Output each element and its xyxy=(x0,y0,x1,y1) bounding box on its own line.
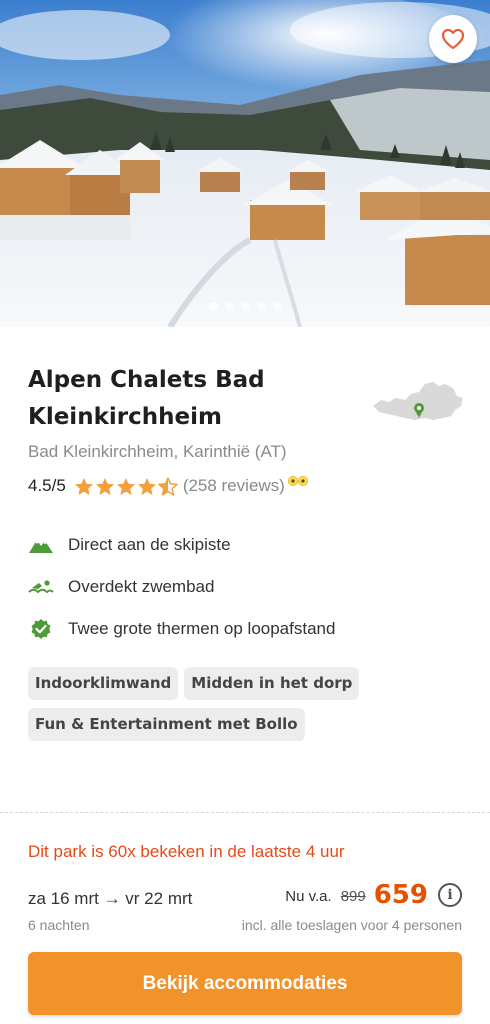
feature-list: Direct aan de skipiste Overdekt zwembad … xyxy=(28,524,335,650)
carousel-dots xyxy=(0,302,490,311)
favorite-button[interactable] xyxy=(429,15,477,63)
heart-outline-icon xyxy=(441,28,465,50)
view-accommodations-button[interactable]: Bekijk accommodaties xyxy=(28,952,462,1015)
park-location: Bad Kleinkirchheim, Karinthië (AT) xyxy=(28,442,287,461)
park-title-line1: Alpen Chalets Bad xyxy=(28,367,265,393)
feature-label: Overdekt zwembad xyxy=(68,577,215,596)
feature-item: Overdekt zwembad xyxy=(28,566,335,608)
feature-item: Twee grote thermen op loopafstand xyxy=(28,608,335,650)
stay-nights: 6 nachten xyxy=(28,917,90,933)
hero-image[interactable] xyxy=(0,0,490,327)
divider xyxy=(0,812,490,813)
rating-row[interactable]: 4.5/5 (258 reviews) xyxy=(28,474,309,498)
tag-list: Indoorklimwand Midden in het dorp Fun & … xyxy=(28,667,468,741)
price-old: 899 xyxy=(340,888,366,905)
urgency-message: Dit park is 60x bekeken in de laatste 4 … xyxy=(28,842,345,861)
price-row: Nu v.a. 899 659 i xyxy=(285,880,462,910)
review-count[interactable]: (258 reviews) xyxy=(183,476,285,496)
park-title-line2: Kleinkirchheim xyxy=(28,404,222,430)
carousel-dot[interactable] xyxy=(256,302,266,311)
star-icon xyxy=(74,477,93,495)
star-icon xyxy=(95,477,114,495)
park-title[interactable]: Alpen Chalets Bad Kleinkirchheim xyxy=(28,362,358,436)
price-new: 659 xyxy=(373,880,428,910)
star-half-icon xyxy=(158,476,178,496)
carousel-dot[interactable] xyxy=(240,302,250,311)
price-note: incl. alle toeslagen voor 4 personen xyxy=(241,917,462,933)
tag-chip: Midden in het dorp xyxy=(184,667,360,700)
feature-label: Direct aan de skipiste xyxy=(68,535,231,554)
rating-stars xyxy=(74,476,178,496)
star-icon xyxy=(116,477,135,495)
carousel-dot[interactable] xyxy=(224,302,234,311)
price-prefix: Nu v.a. xyxy=(285,888,332,905)
info-icon[interactable]: i xyxy=(438,883,462,907)
austria-map-icon xyxy=(371,376,465,428)
rating-value: 4.5/5 xyxy=(28,476,66,495)
swimmer-icon xyxy=(28,575,54,599)
star-icon xyxy=(137,477,156,495)
tag-chip: Fun & Entertainment met Bollo xyxy=(28,708,305,741)
check-badge-icon xyxy=(28,617,54,641)
mountain-icon xyxy=(28,533,54,557)
feature-item: Direct aan de skipiste xyxy=(28,524,335,566)
tripadvisor-owl-icon xyxy=(287,476,308,486)
feature-label: Twee grote thermen op loopafstand xyxy=(68,619,336,638)
carousel-dot[interactable] xyxy=(272,302,282,311)
carousel-dot[interactable] xyxy=(208,302,218,311)
hero-photo xyxy=(0,0,490,327)
stay-dates[interactable]: za 16 mrt → vr 22 mrt xyxy=(28,889,192,909)
tag-chip: Indoorklimwand xyxy=(28,667,179,700)
